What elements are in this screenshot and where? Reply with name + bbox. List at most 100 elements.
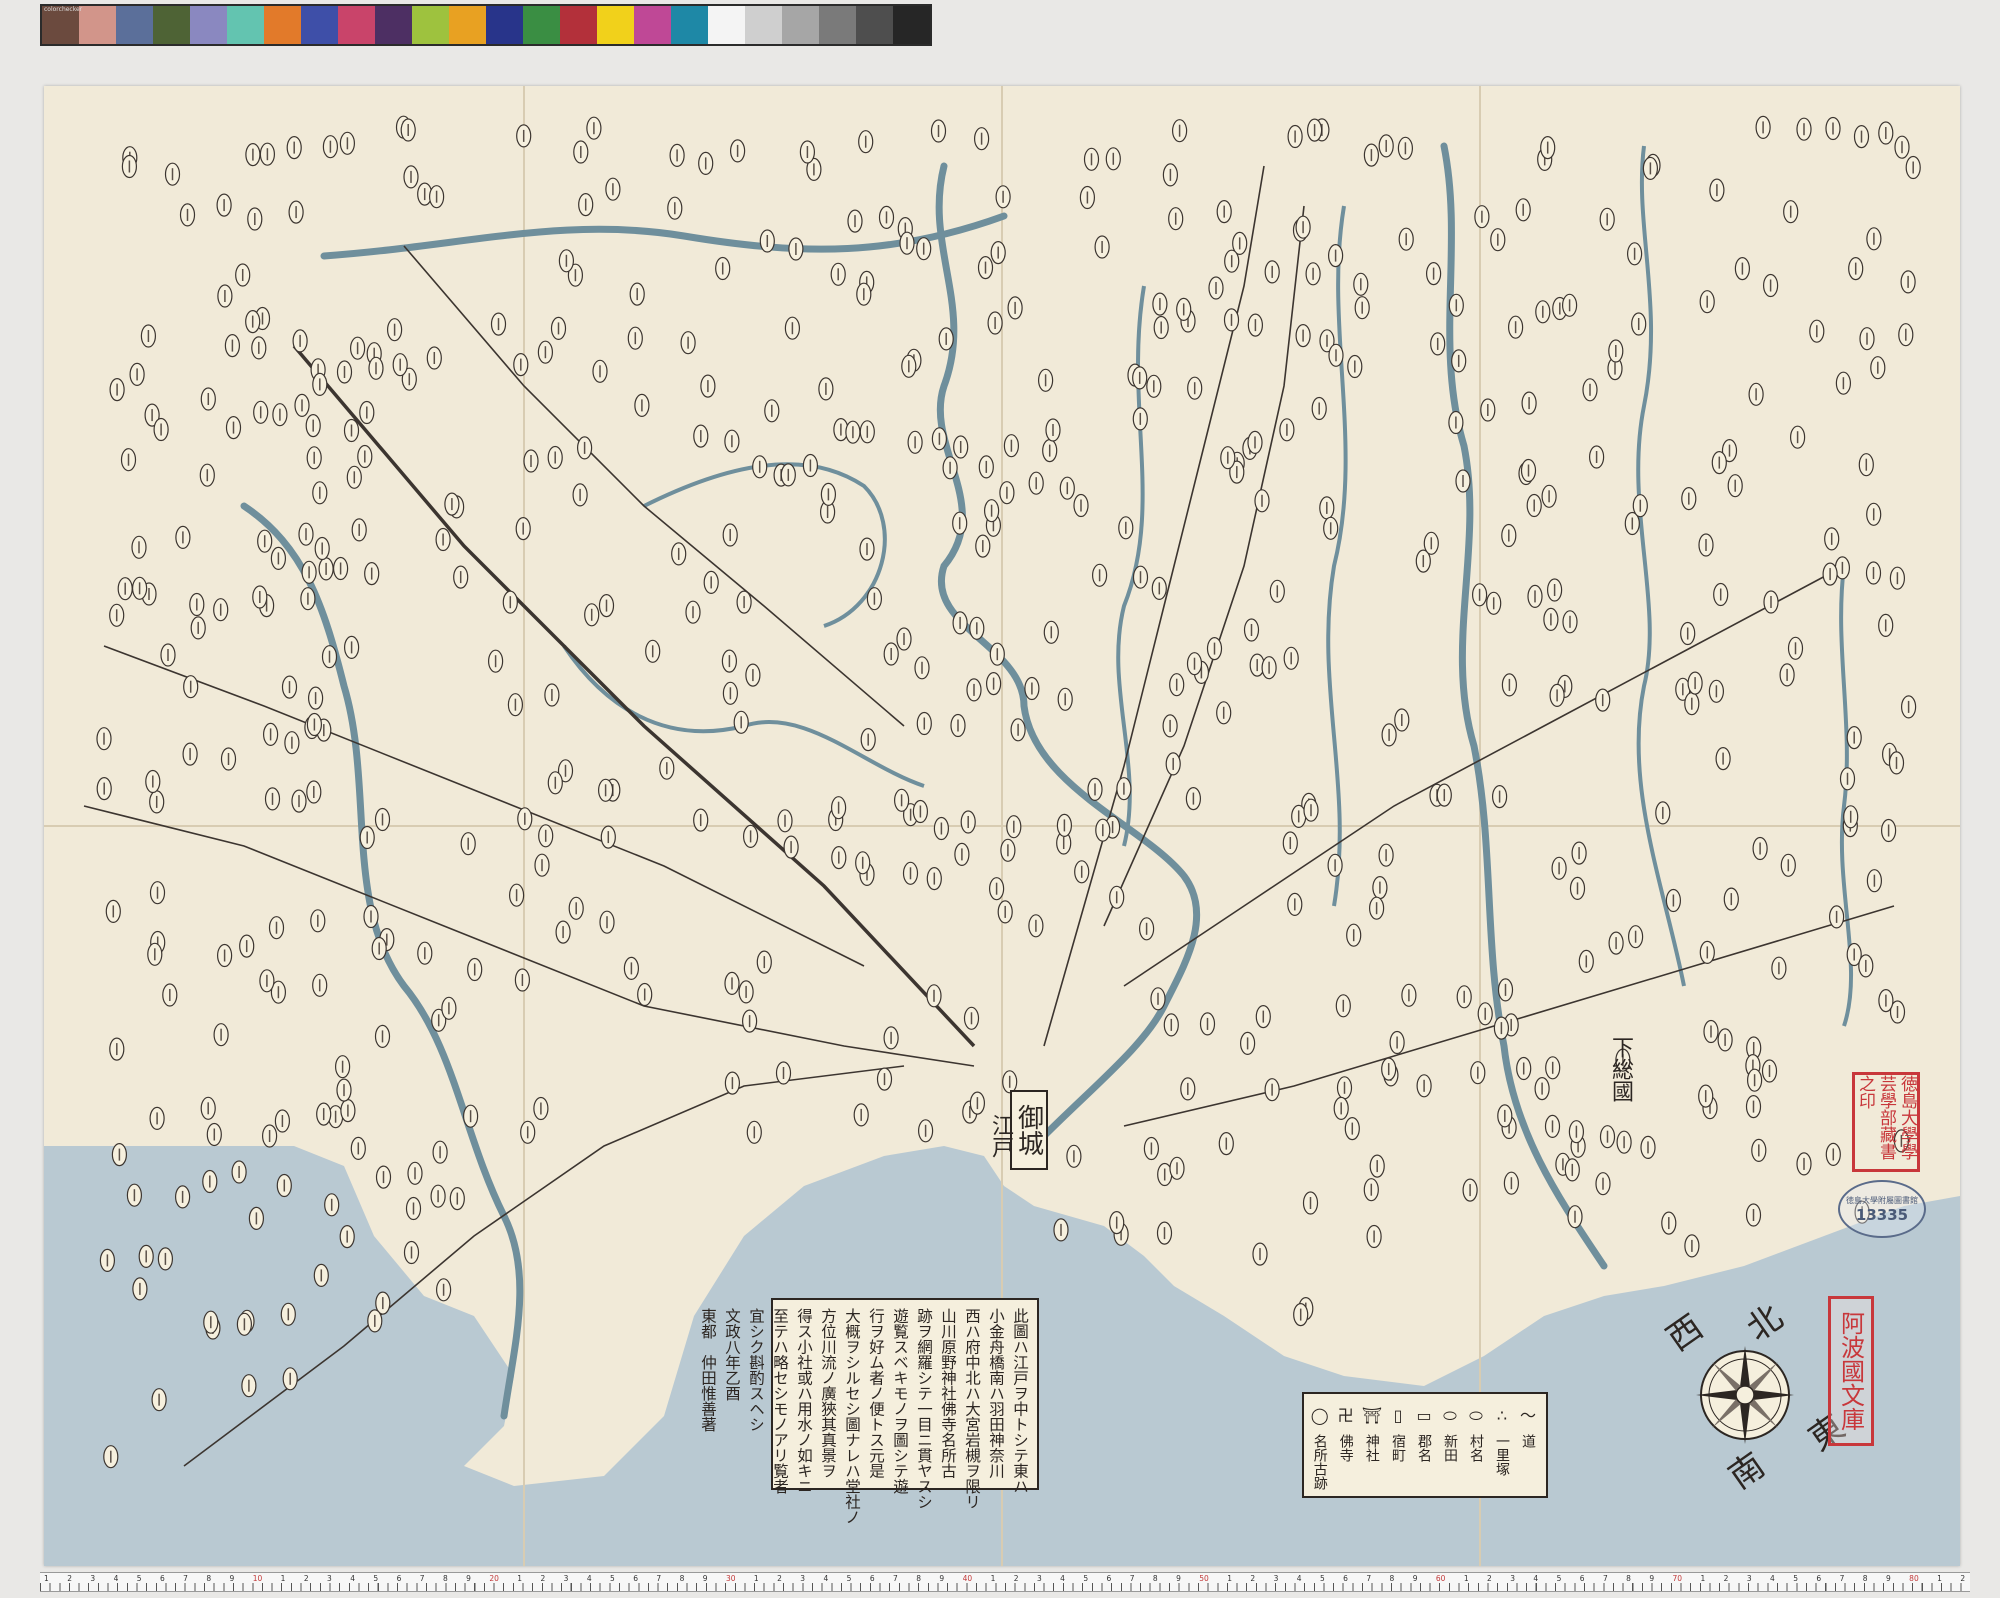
- ruler-number: 8: [1152, 1574, 1158, 1583]
- legend-label: 道: [1520, 1434, 1536, 1448]
- ruler-number: 7: [893, 1574, 898, 1583]
- legend-symbol-icon: ◯: [1310, 1406, 1329, 1425]
- ruler-number: 3: [563, 1574, 569, 1583]
- ruler-number: 20: [489, 1574, 499, 1583]
- color-swatch: [375, 6, 412, 44]
- color-swatch: [486, 6, 523, 44]
- color-swatch: [893, 6, 930, 44]
- accession-caption: 徳島大學附屬圖書館: [1846, 1195, 1918, 1205]
- color-swatch: [227, 6, 264, 44]
- ruler-number: 8: [206, 1574, 212, 1583]
- ruler-number: 2: [1013, 1574, 1019, 1583]
- ruler-number: 2: [1250, 1574, 1256, 1583]
- ruler-number: 7: [419, 1574, 425, 1583]
- compass-rose: 北 西 東 南: [1660, 1297, 1853, 1497]
- ruler-number: 7: [1839, 1574, 1845, 1583]
- colophon-box: 此圖ハ江戸ヲ中トシテ東ハ 小金舟橋南ハ羽田神奈川 西ハ府中北ハ大宮岩槻ヲ限リ 山川原野…: [699, 1298, 1039, 1525]
- ruler-number: 5: [1556, 1574, 1562, 1583]
- legend-label: 一里塚: [1494, 1434, 1510, 1476]
- minor-river-2: [1326, 205, 1348, 907]
- colophon-line: 方位川流ノ廣狹其真景ヲ: [819, 1308, 837, 1479]
- ruler-number: 1: [280, 1574, 286, 1583]
- color-swatch: [523, 6, 560, 44]
- legend-symbol-icon: ∴: [1496, 1406, 1508, 1425]
- ruler-number: 5: [846, 1574, 852, 1583]
- ruler-number: 9: [1176, 1574, 1181, 1583]
- color-swatch: [819, 6, 856, 44]
- legend-symbol-icon: 卍: [1337, 1406, 1354, 1425]
- ruler-number: 1: [517, 1574, 523, 1583]
- ruler-number: 2: [1487, 1574, 1492, 1583]
- university-stamp: 徳島大學學芸學部藏書之印: [1852, 1072, 1920, 1172]
- colophon-line: 山川原野神社佛寺名所古: [939, 1308, 957, 1479]
- color-swatch: [634, 6, 671, 44]
- legend-item: ◯ 名所古跡: [1310, 1402, 1330, 1490]
- color-swatch: [301, 6, 338, 44]
- color-swatch: [856, 6, 893, 44]
- ruler-number: 9: [1412, 1574, 1418, 1583]
- colophon-line: 宜シク斟酌スヘシ: [747, 1308, 765, 1432]
- ruler-number: 5: [373, 1574, 379, 1583]
- colophon-line: 遊覧スベキモノヲ圖シテ遊: [891, 1308, 909, 1494]
- ruler-number: 8: [1862, 1574, 1868, 1583]
- ruler-number: 30: [725, 1574, 736, 1583]
- ruler-number: 50: [1199, 1574, 1209, 1583]
- ruler-number: 1: [1700, 1574, 1706, 1583]
- tone-river: [1636, 145, 1686, 987]
- color-swatch: [671, 6, 708, 44]
- ruler-number: 2: [540, 1574, 546, 1583]
- ruler-number: 1: [990, 1574, 996, 1583]
- colophon-line: 此圖ハ江戸ヲ中トシテ東ハ: [1011, 1308, 1029, 1494]
- ruler-number: 5: [1083, 1574, 1089, 1583]
- legend-symbol-icon: ▯: [1393, 1406, 1403, 1425]
- color-swatch: [153, 6, 190, 44]
- color-swatch: [560, 6, 597, 44]
- ruler-number: 1: [1227, 1574, 1232, 1583]
- map-legend: 〜道 ∴ 一里塚 ⬭ 村名 ⬭ 新田 ▭ 郡名 ▯ 宿町 ⛩ 神社卍佛寺 ◯ 名所古跡: [1302, 1392, 1548, 1498]
- ruler-number: 1: [753, 1574, 759, 1583]
- legend-label: 名所古跡: [1311, 1434, 1328, 1490]
- ruler-number: 9: [1649, 1574, 1655, 1583]
- legend-label: 佛寺: [1337, 1434, 1354, 1462]
- colophon-line: 大概ヲシルセシ圖ナレハ堂社ノ: [843, 1308, 861, 1525]
- ruler-ticks: [40, 1583, 1970, 1591]
- color-swatch: [708, 6, 745, 44]
- ruler-number: 9: [1885, 1574, 1891, 1583]
- legend-symbol-icon: 〜: [1519, 1406, 1536, 1425]
- ruler-numbers: 1 2 3 4 5 6 7 8 9 10 1 2 3 4 5 6 7 8 9 20 1 2 3 4 5 6 7 8 9 30 1 2 3 4 5 6 7…: [40, 1574, 1970, 1583]
- ruler-number: 7: [1129, 1574, 1135, 1583]
- province-label-shimosa: 下総國: [1608, 1036, 1633, 1102]
- legend-symbol-icon: ▭: [1416, 1406, 1432, 1425]
- legend-label: 郡名: [1416, 1434, 1432, 1462]
- colophon-line: 得ス小社或ハ用水ノ如キニ: [795, 1308, 813, 1494]
- ruler-number: 5: [1319, 1574, 1325, 1583]
- awa-library-stamp: 阿波國文庫: [1828, 1296, 1874, 1446]
- ruler-number: 4: [1533, 1574, 1539, 1583]
- ruler-number: 1: [1937, 1574, 1942, 1583]
- ruler-number: 4: [823, 1574, 829, 1583]
- calibration-caption: colorchecker: [44, 6, 83, 13]
- ruler-number: 9: [229, 1574, 235, 1583]
- ruler-number: 9: [939, 1574, 945, 1583]
- ruler-number: 5: [1793, 1574, 1799, 1583]
- colophon-line: 小金舟橋南ハ羽田神奈川: [987, 1308, 1005, 1479]
- ruler-number: 6: [633, 1574, 638, 1583]
- ruler-number: 2: [67, 1574, 72, 1583]
- ruler-number: 8: [442, 1574, 448, 1583]
- ruler-number: 1: [44, 1574, 49, 1583]
- ruler-number: 3: [327, 1574, 332, 1583]
- legend-label: 村名: [1468, 1434, 1484, 1462]
- ruler-number: 7: [656, 1574, 662, 1583]
- ruler-number: 6: [869, 1574, 875, 1583]
- legend-item: ∴ 一里塚: [1492, 1402, 1512, 1476]
- ruler-number: 4: [1770, 1574, 1775, 1583]
- color-calibration-strip: [40, 4, 932, 46]
- color-swatch: [264, 6, 301, 44]
- ruler-number: 3: [1273, 1574, 1279, 1583]
- legend-label: 宿町: [1390, 1434, 1406, 1462]
- color-swatch: [449, 6, 486, 44]
- ruler-number: 80: [1909, 1574, 1919, 1583]
- ruler-number: 2: [1960, 1574, 1966, 1583]
- color-swatch: [116, 6, 153, 44]
- ruler-number: 2: [777, 1574, 782, 1583]
